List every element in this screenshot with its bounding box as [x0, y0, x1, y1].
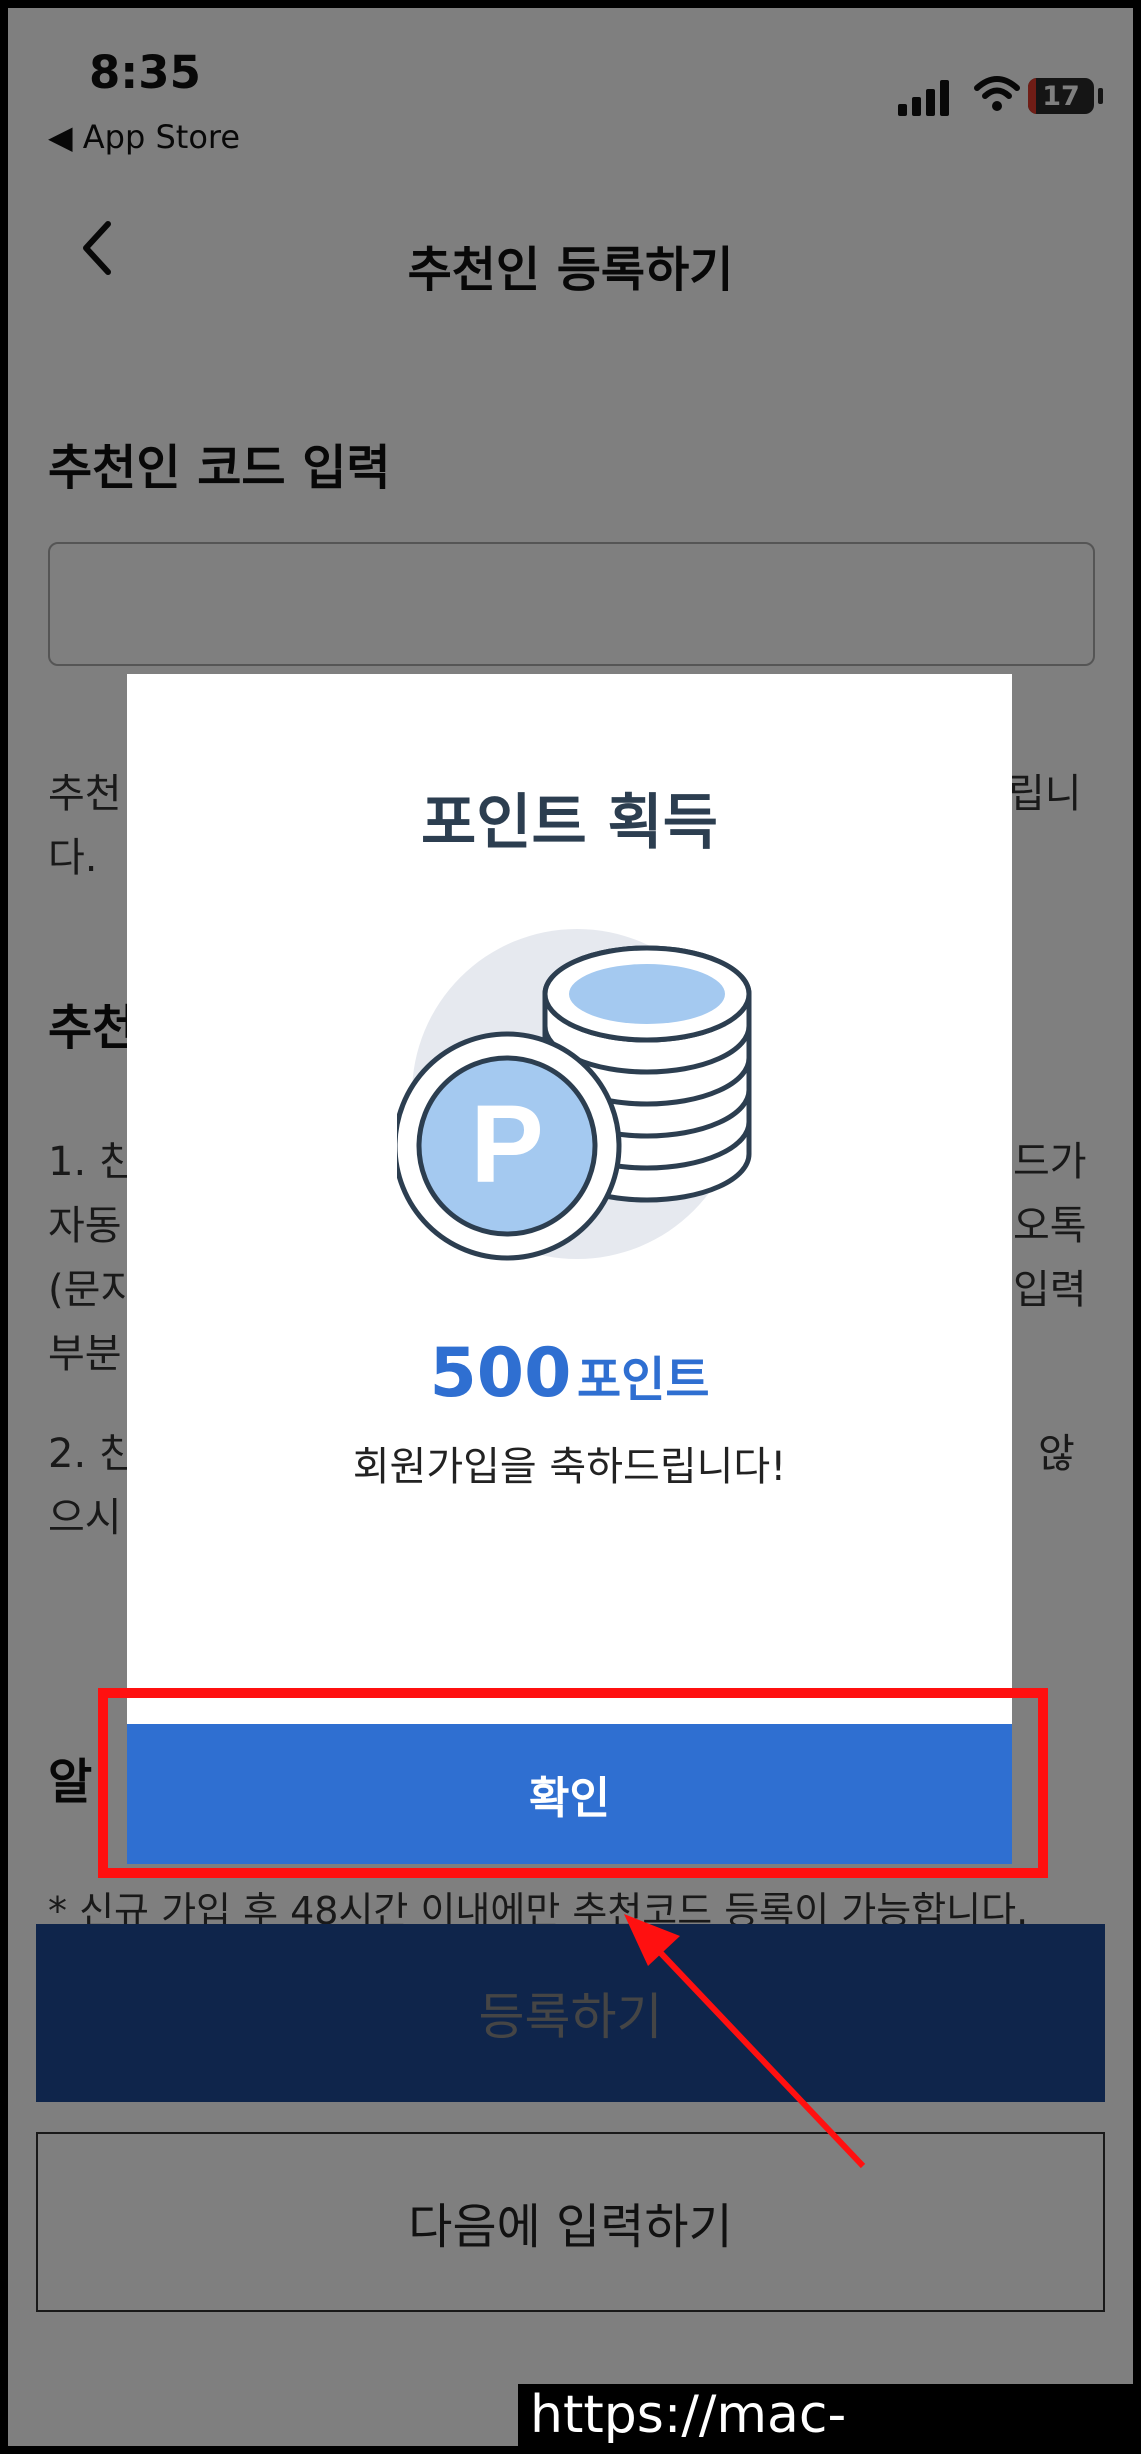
- coin-letter: P: [470, 1083, 543, 1206]
- points-amount: 500: [429, 1334, 572, 1413]
- points-earned: 500 포인트: [127, 1334, 1012, 1413]
- coin-points-icon: P: [397, 929, 752, 1261]
- phone-screen: 8:35 ◀ App Store 17 추천인 등록하기 추천인 코드 입력 추…: [8, 8, 1133, 2446]
- watermark: https://mac-os.tistory.com: [518, 2384, 1133, 2446]
- modal-message: 회원가입을 축하드립니다!: [352, 1444, 787, 1490]
- modal-title: 포인트 획득: [421, 788, 718, 858]
- annotation-highlight-box: [98, 1688, 1048, 1878]
- points-modal: 포인트 획득 P 500 포인트 회원가입을 축하드립니다! 확인: [127, 674, 1012, 1864]
- points-unit: 포인트: [577, 1352, 710, 1408]
